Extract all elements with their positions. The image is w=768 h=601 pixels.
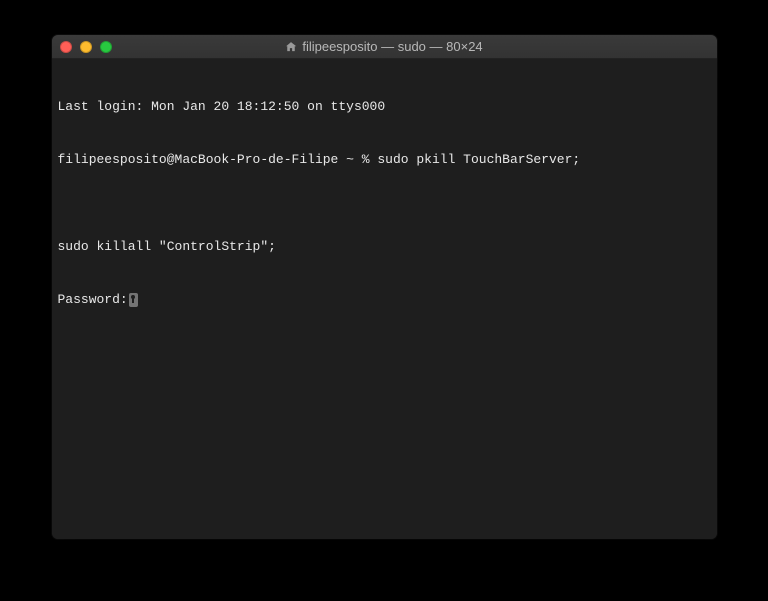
window-title-text: filipeesposito — sudo — 80×24 [302, 39, 482, 54]
maximize-button[interactable] [100, 41, 112, 53]
minimize-button[interactable] [80, 41, 92, 53]
window-title: filipeesposito — sudo — 80×24 [52, 39, 717, 54]
titlebar[interactable]: filipeesposito — sudo — 80×24 [52, 35, 717, 59]
home-icon [285, 41, 297, 53]
terminal-window: filipeesposito — sudo — 80×24 Last login… [52, 35, 717, 539]
password-prompt-text: Password: [58, 292, 128, 307]
close-button[interactable] [60, 41, 72, 53]
key-icon [129, 293, 138, 307]
traffic-lights [60, 41, 112, 53]
terminal-line-prompt: filipeesposito@MacBook-Pro-de-Filipe ~ %… [58, 151, 711, 169]
terminal-line: Last login: Mon Jan 20 18:12:50 on ttys0… [58, 98, 711, 116]
terminal-line: sudo killall "ControlStrip"; [58, 238, 711, 256]
terminal-body[interactable]: Last login: Mon Jan 20 18:12:50 on ttys0… [52, 59, 717, 539]
terminal-line-password: Password: [58, 291, 711, 309]
